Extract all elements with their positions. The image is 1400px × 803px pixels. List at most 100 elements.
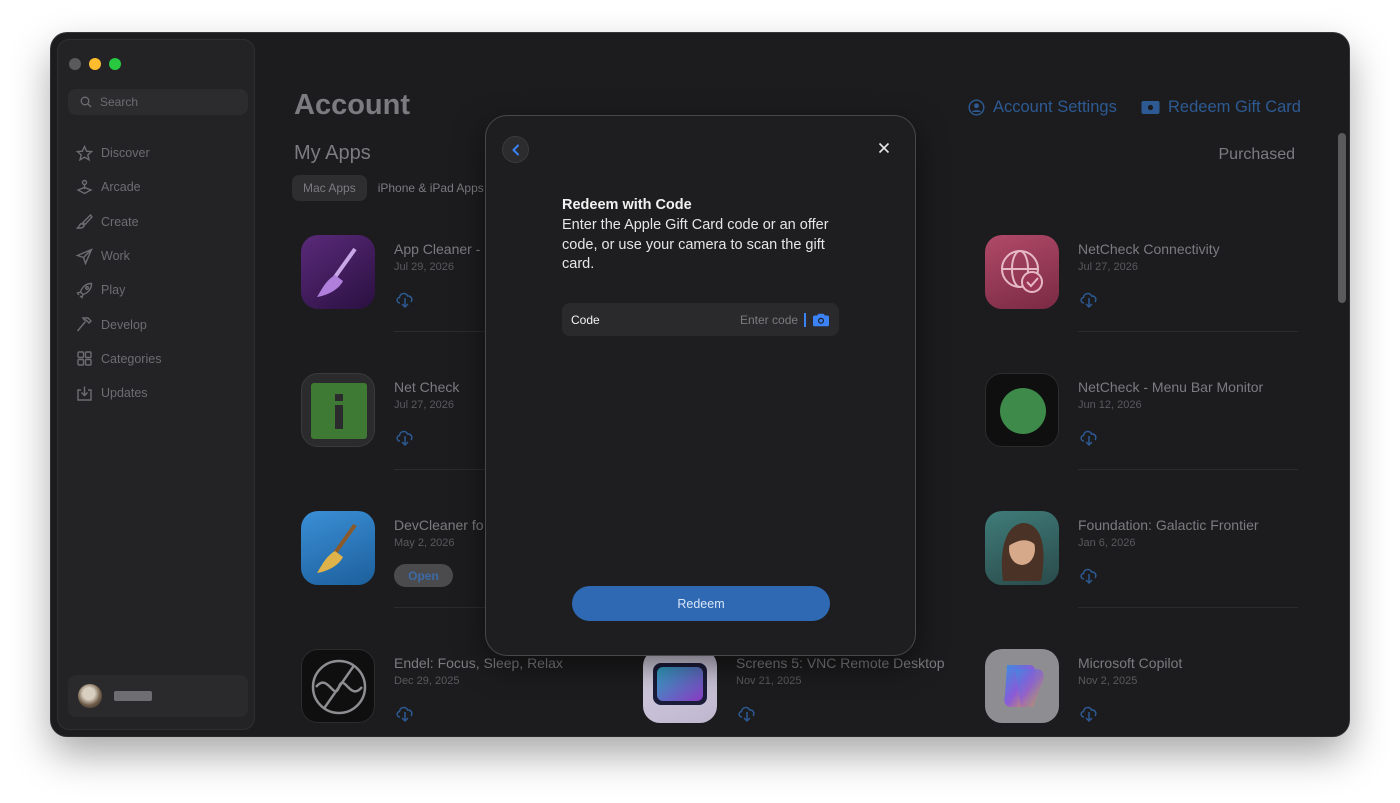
account-settings-link[interactable]: Account Settings [968, 98, 1117, 117]
account-settings-label: Account Settings [993, 98, 1117, 116]
app-date: Jul 29, 2026 [394, 261, 454, 273]
code-label: Code [571, 312, 600, 327]
chevron-left-icon [512, 144, 519, 155]
cloud-download-icon[interactable] [394, 701, 416, 723]
devcleaner-icon [301, 511, 375, 585]
cloud-download-icon[interactable] [1078, 425, 1100, 447]
app-name: NetCheck Connectivity [1078, 241, 1220, 257]
text-caret [804, 312, 806, 327]
app-cleaner-icon [301, 235, 375, 309]
brush-icon [76, 214, 93, 230]
close-button[interactable] [875, 139, 893, 157]
platform-segmented-control: Mac Apps iPhone & iPad Apps [292, 175, 495, 201]
sidebar-item-work[interactable]: Work [58, 239, 256, 273]
back-button[interactable] [502, 136, 529, 163]
app-date: Jul 27, 2026 [1078, 261, 1138, 273]
close-icon [878, 142, 890, 154]
app-date: Nov 2, 2025 [1078, 675, 1138, 687]
sidebar-item-label: Work [101, 249, 130, 264]
app-name: Net Check [394, 379, 460, 395]
code-field-row: Code [562, 303, 839, 336]
cloud-download-icon[interactable] [1078, 287, 1100, 309]
search-icon [80, 96, 92, 108]
sidebar-item-discover[interactable]: Discover [58, 136, 256, 170]
app-date: Jul 27, 2026 [394, 399, 454, 411]
sheet-title: Redeem with Code [562, 197, 692, 213]
person-circle-icon [968, 99, 985, 116]
sidebar-item-updates[interactable]: Updates [58, 376, 256, 410]
app-name: DevCleaner fo [394, 517, 484, 533]
app-row[interactable]: Microsoft Copilot Nov 2, 2025 [985, 649, 1305, 736]
app-row[interactable]: Screens 5: VNC Remote Desktop Nov 21, 20… [643, 649, 963, 736]
app-name: Foundation: Galactic Frontier [1078, 517, 1259, 533]
tab-mac-apps[interactable]: Mac Apps [292, 175, 367, 201]
sidebar-item-label: Updates [101, 386, 148, 401]
app-row[interactable]: NetCheck - Menu Bar Monitor Jun 12, 2026 [985, 373, 1305, 473]
purchased-link[interactable]: Purchased [1219, 146, 1296, 164]
joystick-icon [76, 179, 93, 195]
row-divider [1078, 607, 1298, 608]
tab-iphone-ipad-apps[interactable]: iPhone & iPad Apps [367, 175, 495, 201]
microsoft-copilot-icon [985, 649, 1059, 723]
app-date: Nov 21, 2025 [736, 675, 802, 687]
search-placeholder: Search [100, 95, 139, 109]
sidebar-item-play[interactable]: Play [58, 273, 256, 307]
netcheck-connectivity-icon [985, 235, 1059, 309]
gift-card-icon [1141, 101, 1160, 114]
cloud-download-icon[interactable] [1078, 563, 1100, 585]
sidebar-item-label: Create [101, 214, 139, 229]
window-minimize-button[interactable] [89, 58, 101, 70]
app-name: Screens 5: VNC Remote Desktop [736, 655, 945, 671]
sidebar-item-label: Arcade [101, 180, 141, 195]
user-name-redacted [114, 691, 152, 701]
row-divider [1078, 331, 1298, 332]
netcheck-menu-bar-icon [985, 373, 1059, 447]
search-field[interactable]: Search [68, 89, 248, 115]
sidebar-item-label: Play [101, 283, 126, 298]
sidebar-item-create[interactable]: Create [58, 205, 256, 239]
sidebar-item-label: Categories [101, 351, 162, 366]
page-title: Account [294, 89, 410, 121]
download-tray-icon [77, 386, 92, 401]
redeem-button[interactable]: Redeem [572, 586, 830, 621]
app-date: May 2, 2026 [394, 537, 455, 549]
camera-icon[interactable] [812, 313, 830, 327]
row-divider [1078, 469, 1298, 470]
sidebar-item-categories[interactable]: Categories [58, 342, 256, 376]
grid-icon [77, 351, 92, 367]
app-name: NetCheck - Menu Bar Monitor [1078, 379, 1264, 395]
hammer-icon [76, 317, 92, 332]
endel-icon [301, 649, 375, 723]
code-input[interactable] [740, 312, 804, 327]
open-button[interactable]: Open [394, 564, 453, 587]
app-name: Endel: Focus, Sleep, Relax [394, 655, 563, 671]
cloud-download-icon[interactable] [394, 287, 416, 309]
app-row[interactable]: Foundation: Galactic Frontier Jan 6, 202… [985, 511, 1305, 611]
window-close-button[interactable] [69, 58, 81, 70]
redeem-gift-card-label: Redeem Gift Card [1168, 98, 1301, 116]
redeem-gift-card-link[interactable]: Redeem Gift Card [1141, 98, 1301, 117]
window-maximize-button[interactable] [109, 58, 121, 70]
section-title: My Apps [294, 142, 371, 164]
scrollbar[interactable] [1338, 133, 1346, 303]
app-date: Jun 12, 2026 [1078, 399, 1142, 411]
app-row[interactable]: Endel: Focus, Sleep, Relax Dec 29, 2025 [301, 649, 621, 736]
user-account-button[interactable] [68, 675, 248, 717]
sidebar: Search Discover Arcade Create Work Play [57, 39, 255, 730]
cloud-download-icon[interactable] [736, 701, 758, 723]
app-date: Jan 6, 2026 [1078, 537, 1136, 549]
sheet-description: Enter the Apple Gift Card code or an off… [562, 217, 829, 272]
screens-5-icon [643, 649, 717, 723]
app-row[interactable]: NetCheck Connectivity Jul 27, 2026 [985, 235, 1305, 335]
redeem-code-sheet: Redeem with Code Enter the Apple Gift Ca… [485, 115, 916, 656]
rocket-icon [76, 282, 93, 299]
sidebar-item-develop[interactable]: Develop [58, 307, 256, 341]
star-icon [76, 144, 93, 161]
app-date: Dec 29, 2025 [394, 675, 460, 687]
cloud-download-icon[interactable] [1078, 701, 1100, 723]
net-check-icon [301, 373, 375, 447]
foundation-game-icon [985, 511, 1059, 585]
sidebar-item-arcade[interactable]: Arcade [58, 170, 256, 204]
sidebar-nav: Discover Arcade Create Work Play Develop [58, 136, 256, 410]
cloud-download-icon[interactable] [394, 425, 416, 447]
